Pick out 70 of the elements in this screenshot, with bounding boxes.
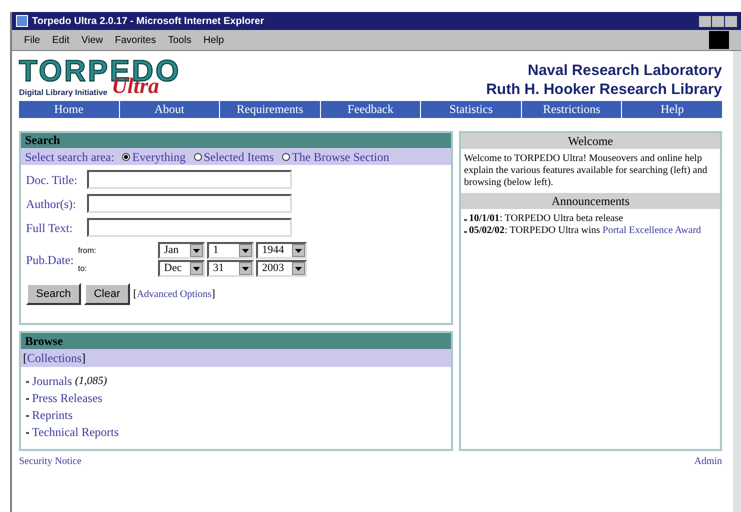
dropdown[interactable]: 1944 bbox=[256, 242, 307, 259]
welcome-text: Welcome to TORPEDO Ultra! Mouseovers and online help explain the various features available for searching (left) and browsing (below left). bbox=[463, 152, 708, 190]
nav-link[interactable]: Feedback bbox=[320, 101, 422, 118]
footer-link[interactable]: Admin bbox=[694, 454, 722, 469]
field-label: Doc. Title: bbox=[26, 172, 78, 188]
date-row-label: from: bbox=[78, 244, 98, 256]
bracket-text: [ bbox=[23, 350, 27, 367]
field-label: Author(s): bbox=[26, 196, 77, 212]
footer-link[interactable]: Security Notice bbox=[19, 454, 82, 469]
caret-icon bbox=[292, 244, 305, 257]
nav-link[interactable]: Statistics bbox=[421, 101, 522, 118]
windows-logo-icon bbox=[709, 31, 729, 49]
browser-icon bbox=[16, 15, 28, 27]
field-label: Full Text: bbox=[26, 220, 74, 236]
window-control-icon[interactable] bbox=[699, 16, 711, 26]
nav-link[interactable]: Requirements bbox=[220, 101, 321, 118]
caret-icon bbox=[239, 262, 252, 275]
form-button[interactable]: Clear bbox=[84, 283, 130, 305]
dropdown[interactable]: Dec bbox=[158, 260, 205, 277]
menu-item[interactable]: Tools bbox=[168, 32, 192, 48]
award-link[interactable]: Portal Excellence Award bbox=[602, 225, 702, 236]
nav-link[interactable]: Restrictions bbox=[522, 101, 622, 118]
menu-item[interactable]: Edit bbox=[52, 32, 70, 48]
panel-header: Announcements bbox=[461, 193, 720, 209]
radio-option[interactable]: Selected Items bbox=[194, 148, 274, 166]
input-field[interactable] bbox=[87, 194, 292, 213]
bracket-text: ] bbox=[82, 350, 86, 367]
dropdown[interactable]: 1 bbox=[207, 242, 254, 259]
caret-icon bbox=[190, 262, 203, 275]
menu-item[interactable]: Favorites bbox=[114, 32, 156, 48]
caret-icon bbox=[190, 244, 203, 257]
nav-link[interactable]: Home bbox=[19, 101, 120, 118]
browse-link[interactable]: Reprints bbox=[32, 407, 73, 424]
browse-link[interactable]: Journals bbox=[32, 373, 72, 390]
bracket-text: [ bbox=[133, 286, 137, 302]
nav-link[interactable]: About bbox=[120, 101, 220, 118]
browse-link[interactable]: Technical Reports bbox=[32, 424, 119, 441]
window-title: Torpedo Ultra 2.0.17 - Microsoft Internet Explorer bbox=[32, 14, 264, 28]
announcement: 10/1/01: TORPEDO Ultra beta release bbox=[469, 213, 624, 225]
panel-header: Welcome bbox=[461, 133, 720, 149]
menu-item[interactable]: Help bbox=[203, 32, 224, 48]
organization-name: Ruth H. Hooker Research Library bbox=[486, 80, 722, 99]
dropdown[interactable]: 31 bbox=[207, 260, 254, 277]
menu-item[interactable]: File bbox=[24, 32, 40, 48]
announcement: 05/02/02: TORPEDO Ultra wins Portal Excellence Award bbox=[469, 225, 702, 237]
caret-icon bbox=[239, 244, 252, 257]
menu-item[interactable]: View bbox=[81, 32, 103, 48]
input-field[interactable] bbox=[87, 170, 292, 189]
dropdown[interactable]: Jan bbox=[158, 242, 205, 259]
field-label: Pub.Date: bbox=[26, 252, 75, 268]
collections-link[interactable]: Collections bbox=[27, 349, 82, 367]
panel-header: Search bbox=[21, 133, 451, 148]
item-count: (1,085) bbox=[75, 374, 108, 389]
radio-option[interactable]: The Browse Section bbox=[282, 148, 390, 166]
browse-link[interactable]: Press Releases bbox=[32, 390, 102, 407]
caret-icon bbox=[292, 262, 305, 275]
organization-name: Naval Research Laboratory bbox=[528, 61, 722, 80]
advanced-options-link[interactable]: Advanced Options bbox=[136, 286, 212, 302]
date-row-label: to: bbox=[78, 262, 88, 274]
bracket-text: ] bbox=[212, 286, 216, 302]
dropdown[interactable]: 2003 bbox=[256, 260, 307, 277]
search-area-label: Select search area: bbox=[25, 148, 114, 166]
torpedo-logo: TORPEDO Digital Library Initiative Ultra bbox=[19, 57, 181, 97]
input-field[interactable] bbox=[87, 218, 292, 237]
window-control-icon[interactable] bbox=[712, 16, 724, 26]
window-control-icon[interactable] bbox=[725, 16, 737, 26]
radio-option[interactable]: Everything bbox=[122, 148, 186, 166]
panel-header: Browse bbox=[21, 333, 451, 349]
form-button[interactable]: Search bbox=[26, 283, 81, 305]
nav-link[interactable]: Help bbox=[622, 101, 722, 118]
